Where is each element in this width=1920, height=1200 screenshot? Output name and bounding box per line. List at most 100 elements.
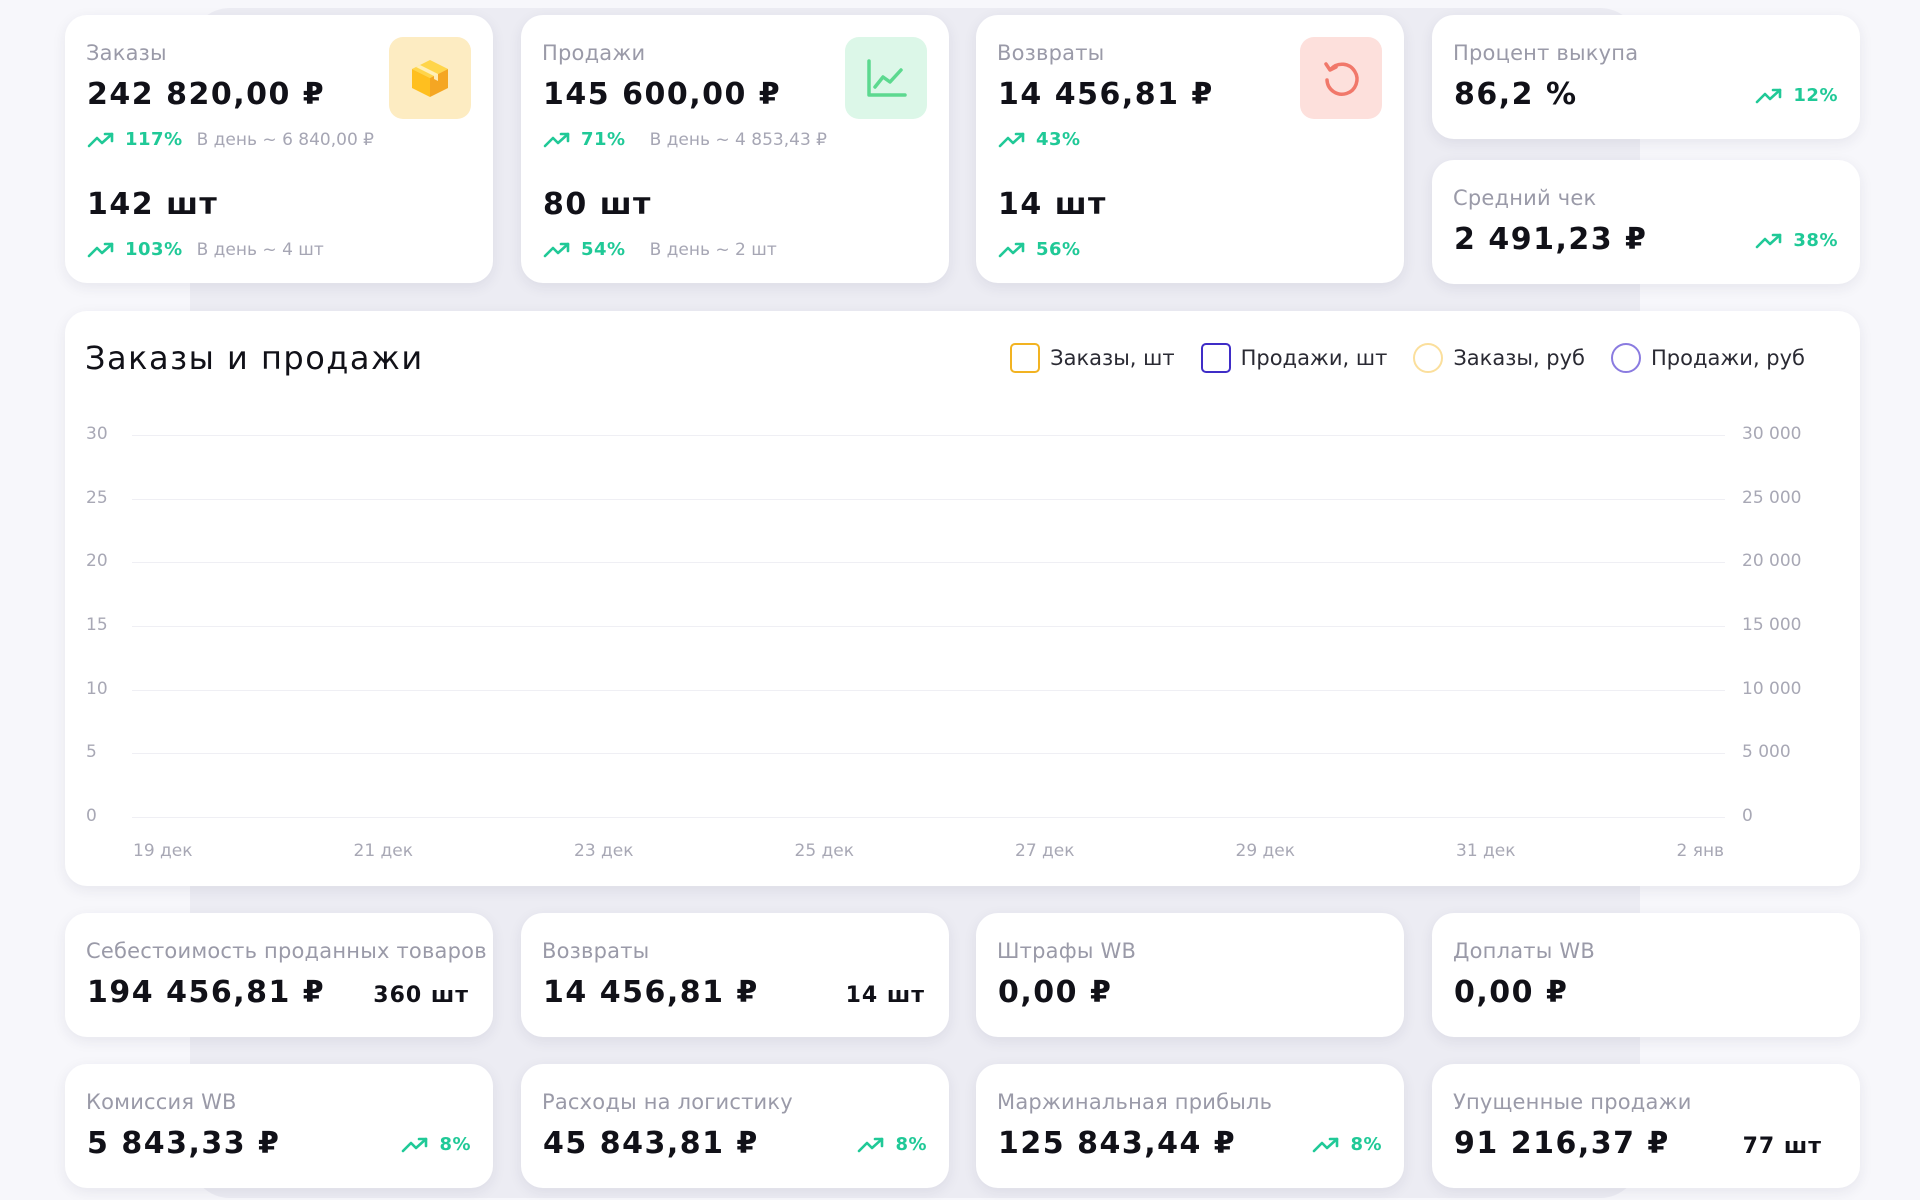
refresh-icon bbox=[1324, 62, 1359, 96]
y-right-tick-label: 25 000 bbox=[1742, 487, 1802, 508]
y-left-tick-label: 25 bbox=[86, 487, 108, 508]
returns-amount-trend: 43% bbox=[998, 129, 1081, 150]
sales-amount-per-day: В день ~ 4 853,43 ₽ bbox=[649, 129, 827, 150]
trending-up-icon bbox=[87, 242, 114, 257]
y-left-tick-label: 5 bbox=[86, 742, 97, 763]
legend-label-orders-rub: Заказы, руб bbox=[1453, 346, 1586, 370]
surcharges-label: Доплаты WB bbox=[1453, 939, 1595, 963]
cogs-qty: 360 шт bbox=[373, 983, 469, 1008]
sales-card[interactable]: Продажи 145 600,00 ₽ 71% В день ~ 4 853,… bbox=[521, 15, 949, 283]
logistics-trend-value: 8% bbox=[895, 1134, 927, 1155]
surcharges-value: 0,00 ₽ bbox=[1454, 975, 1569, 1010]
legend-label-sales-qty: Продажи, шт bbox=[1240, 346, 1388, 370]
buyout-trend-value: 12% bbox=[1793, 85, 1838, 106]
buyout-value: 86,2 % bbox=[1454, 77, 1578, 112]
trending-up-icon bbox=[998, 132, 1025, 147]
sales-qty-trend: 54% В день ~ 2 шт bbox=[543, 239, 777, 260]
trending-up-icon bbox=[543, 132, 570, 147]
avg-check-label: Средний чек bbox=[1453, 186, 1597, 210]
commission-value: 5 843,33 ₽ bbox=[87, 1126, 281, 1161]
legend-swatch-orders-rub bbox=[1413, 343, 1444, 373]
cogs-value: 194 456,81 ₽ bbox=[87, 975, 326, 1010]
chart-title: Заказы и продажи bbox=[85, 339, 424, 377]
legend-item-sales-rub[interactable]: Продажи, руб bbox=[1611, 343, 1805, 373]
chart-grid-line bbox=[132, 689, 1725, 691]
x-tick-label: 2 янв bbox=[1676, 841, 1725, 861]
margin-trend: 8% bbox=[1312, 1134, 1382, 1155]
y-right-tick-label: 30 000 bbox=[1742, 424, 1802, 444]
orders-qty-trend-value: 103% bbox=[125, 239, 183, 260]
returns-amount-trend-value: 43% bbox=[1036, 129, 1081, 150]
x-tick-label: 25 дек bbox=[794, 841, 855, 861]
trending-up-icon bbox=[1756, 233, 1782, 248]
x-tick-label: 21 дек bbox=[353, 841, 414, 861]
returns-label: Возвраты bbox=[997, 41, 1105, 65]
avg-check-value: 2 491,23 ₽ bbox=[1454, 222, 1648, 257]
returns-icon-tile bbox=[1300, 37, 1382, 119]
commission-card[interactable]: Комиссия WB 5 843,33 ₽ 8% bbox=[65, 1064, 493, 1188]
chart-grid-line bbox=[132, 562, 1725, 564]
chart-grid-line bbox=[132, 817, 1725, 818]
margin-card[interactable]: Маржинальная прибыль 125 843,44 ₽ 8% bbox=[976, 1064, 1404, 1188]
y-left-tick-label: 15 bbox=[86, 615, 108, 635]
margin-value: 125 843,44 ₽ bbox=[998, 1126, 1237, 1161]
returns-qty: 14 шт bbox=[998, 187, 1107, 222]
lost-sales-value: 91 216,37 ₽ bbox=[1454, 1126, 1670, 1161]
line-chart-icon bbox=[867, 59, 907, 97]
box-icon bbox=[412, 60, 448, 97]
y-right-tick-label: 5 000 bbox=[1742, 742, 1791, 763]
lost-sales-qty: 77 шт bbox=[1742, 1134, 1822, 1159]
bottom-returns-label: Возвраты bbox=[542, 939, 650, 963]
cogs-label: Себестоимость проданных товаров bbox=[86, 939, 487, 963]
x-tick-label: 27 дек bbox=[1015, 841, 1075, 861]
sales-qty-trend-value: 54% bbox=[581, 239, 626, 260]
returns-amount: 14 456,81 ₽ bbox=[998, 77, 1214, 112]
commission-label: Комиссия WB bbox=[86, 1090, 237, 1114]
bottom-returns-card[interactable]: Возвраты 14 456,81 ₽ 14 шт bbox=[521, 913, 949, 1037]
avg-check-trend: 38% bbox=[1755, 230, 1838, 251]
fines-card[interactable]: Штрафы WB 0,00 ₽ bbox=[976, 913, 1404, 1037]
orders-label: Заказы bbox=[86, 41, 167, 65]
legend-item-orders-qty[interactable]: Заказы, шт bbox=[1010, 343, 1175, 373]
legend-label-orders-qty: Заказы, шт bbox=[1050, 346, 1175, 370]
fines-label: Штрафы WB bbox=[997, 939, 1137, 963]
bottom-returns-qty: 14 шт bbox=[845, 983, 925, 1008]
buyout-trend: 12% bbox=[1755, 85, 1838, 106]
x-tick-label: 19 дек bbox=[133, 841, 193, 861]
orders-qty-trend: 103% В день ~ 4 шт bbox=[87, 239, 324, 260]
trending-up-icon bbox=[1756, 88, 1782, 103]
legend-item-orders-rub[interactable]: Заказы, руб bbox=[1413, 343, 1585, 373]
margin-label: Маржинальная прибыль bbox=[997, 1090, 1273, 1114]
chart-grid-line bbox=[132, 753, 1725, 755]
chart-grid-line bbox=[132, 498, 1725, 500]
orders-amount: 242 820,00 ₽ bbox=[87, 77, 326, 112]
orders-card[interactable]: Заказы 242 820,00 ₽ 117% В день ~ 6 840,… bbox=[65, 15, 493, 283]
orders-qty: 142 шт bbox=[87, 187, 219, 222]
sales-qty: 80 шт bbox=[543, 187, 652, 222]
sales-amount-trend-value: 71% bbox=[581, 129, 626, 150]
orders-amount-trend-value: 117% bbox=[125, 129, 183, 150]
y-right-tick-label: 10 000 bbox=[1742, 678, 1802, 699]
margin-trend-value: 8% bbox=[1350, 1134, 1382, 1155]
y-left-tick-label: 30 bbox=[86, 424, 108, 444]
logistics-card[interactable]: Расходы на логистику 45 843,81 ₽ 8% bbox=[521, 1064, 949, 1188]
sales-icon-tile bbox=[845, 37, 927, 119]
sales-amount: 145 600,00 ₽ bbox=[543, 77, 782, 112]
legend-item-sales-qty[interactable]: Продажи, шт bbox=[1200, 343, 1388, 373]
y-left-tick-label: 10 bbox=[86, 678, 108, 699]
fines-value: 0,00 ₽ bbox=[998, 975, 1113, 1010]
returns-card[interactable]: Возвраты 14 456,81 ₽ 43% 14 шт 56% bbox=[976, 15, 1404, 283]
chart-grid-line bbox=[132, 626, 1725, 627]
orders-amount-per-day: В день ~ 6 840,00 ₽ bbox=[196, 129, 374, 150]
x-tick-label: 31 дек bbox=[1456, 841, 1516, 861]
y-left-tick-label: 0 bbox=[86, 806, 97, 826]
x-tick-label: 23 дек bbox=[574, 841, 634, 861]
surcharges-card[interactable]: Доплаты WB 0,00 ₽ bbox=[1432, 913, 1860, 1037]
trending-up-icon bbox=[87, 132, 114, 147]
legend-swatch-sales-rub bbox=[1611, 343, 1642, 373]
buyout-card[interactable]: Процент выкупа 86,2 % 12% bbox=[1432, 15, 1860, 139]
avg-check-card[interactable]: Средний чек 2 491,23 ₽ 38% bbox=[1432, 160, 1860, 284]
lost-sales-card[interactable]: Упущенные продажи 91 216,37 ₽ 77 шт bbox=[1432, 1064, 1860, 1188]
cogs-card[interactable]: Себестоимость проданных товаров 194 456,… bbox=[65, 913, 493, 1037]
bottom-returns-value: 14 456,81 ₽ bbox=[543, 975, 759, 1010]
